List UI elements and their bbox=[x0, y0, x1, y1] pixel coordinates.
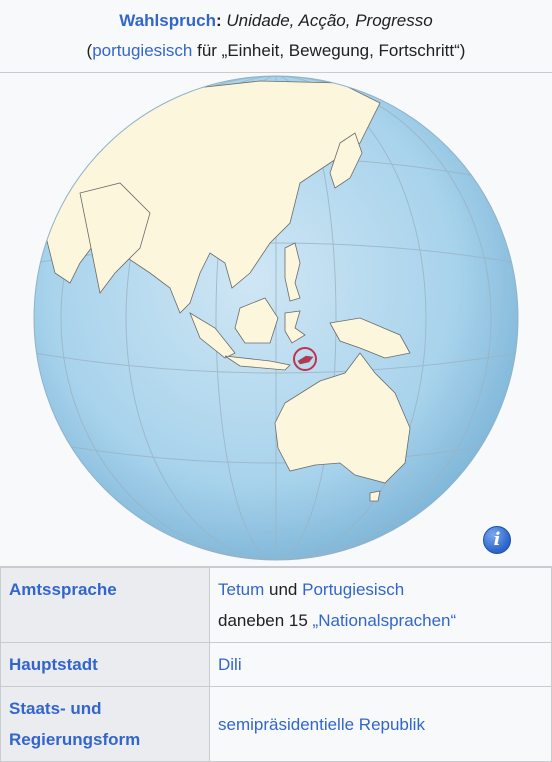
government-label-line2: Regierungsform bbox=[9, 730, 141, 749]
table-row: Staats- und Regierungsform semipräsident… bbox=[0, 686, 552, 762]
tetum-link[interactable]: Tetum bbox=[218, 580, 264, 599]
motto-text: Unidade, Acção, Progresso bbox=[226, 11, 433, 30]
info-icon[interactable]: i bbox=[483, 526, 511, 554]
row-value-capital: Dili bbox=[209, 642, 552, 687]
infobox: Wahlspruch: Unidade, Acção, Progresso (p… bbox=[0, 0, 552, 762]
row-value-government: semipräsidentielle Republik bbox=[209, 686, 552, 762]
government-label-line1: Staats- und bbox=[9, 699, 102, 718]
infobox-table: Amtssprache Tetum und Portugiesisch dane… bbox=[0, 567, 552, 762]
portuguese-language-link[interactable]: portugiesisch bbox=[92, 41, 192, 60]
table-row: Hauptstadt Dili bbox=[0, 642, 552, 687]
motto-colon: : bbox=[215, 11, 222, 30]
motto-line: Wahlspruch: Unidade, Acção, Progresso bbox=[0, 10, 552, 32]
globe-map[interactable] bbox=[0, 73, 552, 567]
and-text: und bbox=[264, 580, 303, 599]
table-row: Amtssprache Tetum und Portugiesisch dane… bbox=[0, 567, 552, 643]
government-form-link[interactable]: semipräsidentielle Republik bbox=[218, 715, 425, 734]
row-label-government: Staats- und Regierungsform bbox=[0, 686, 210, 762]
row-label-capital: Hauptstadt bbox=[0, 642, 210, 687]
tasmania-landmass bbox=[369, 490, 381, 502]
row-label-official-language: Amtssprache bbox=[0, 567, 210, 643]
locator-map-cell: i bbox=[0, 73, 552, 567]
motto-translation-line: (portugiesisch für „Einheit, Bewegung, F… bbox=[0, 40, 552, 62]
portuguese-link[interactable]: Portugiesisch bbox=[302, 580, 404, 599]
dili-link[interactable]: Dili bbox=[218, 655, 242, 674]
motto-cell: Wahlspruch: Unidade, Acção, Progresso (p… bbox=[0, 0, 552, 73]
row-value-official-language: Tetum und Portugiesisch daneben 15 „Nati… bbox=[209, 567, 552, 643]
national-languages-link[interactable]: „Nationalsprachen“ bbox=[313, 611, 457, 630]
motto-label-link[interactable]: Wahlspruch bbox=[119, 11, 216, 30]
official-language-line: Tetum und Portugiesisch bbox=[218, 574, 543, 605]
motto-translation: für „Einheit, Bewegung, Fortschritt“) bbox=[192, 41, 466, 60]
national-languages-prefix: daneben 15 bbox=[218, 611, 313, 630]
national-languages-line: daneben 15 „Nationalsprachen“ bbox=[218, 605, 543, 636]
